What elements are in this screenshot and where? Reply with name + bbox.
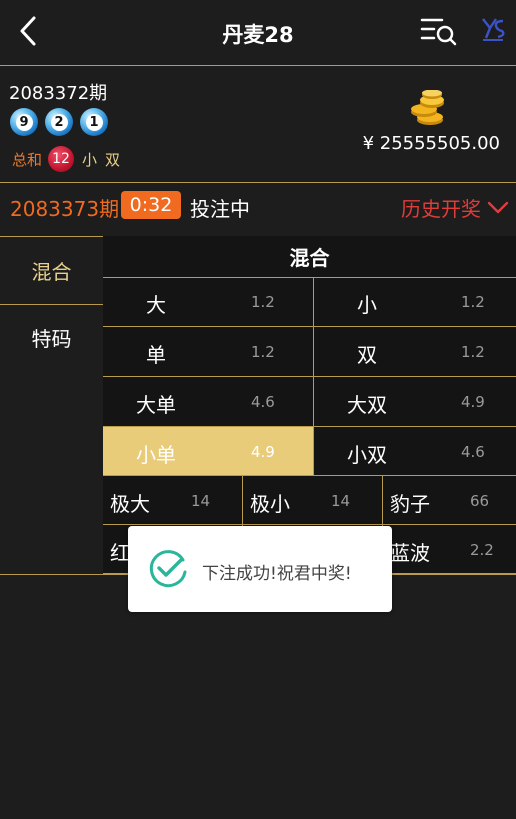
bet-option-big[interactable]: 大 1.2 bbox=[103, 277, 314, 327]
balance-amount: ¥ 25555505.00 bbox=[362, 133, 500, 154]
last-period-number: 2083372期 bbox=[9, 83, 108, 104]
result-balls: 9 2 1 bbox=[10, 108, 108, 136]
parity-tag: 双 bbox=[105, 150, 121, 169]
history-draws-link[interactable]: 历史开奖 bbox=[401, 193, 509, 222]
category-tabs: 混合 特码 bbox=[0, 236, 103, 374]
bet-option-extreme-big[interactable]: 极大 14 bbox=[103, 476, 243, 525]
bet-option-small-even[interactable]: 小双 4.6 bbox=[314, 427, 516, 476]
bet-option-even[interactable]: 双 1.2 bbox=[314, 327, 516, 377]
current-period-bar: 2083373期 0:32 投注中 历史开奖 bbox=[0, 183, 516, 236]
sum-ball: 12 bbox=[48, 146, 75, 172]
chevron-down-icon bbox=[487, 201, 509, 213]
success-toast: 下注成功!祝君中奖! bbox=[128, 526, 392, 612]
list-search-icon[interactable] bbox=[420, 15, 458, 47]
top-bar: 丹麦28 bbox=[0, 0, 516, 66]
current-period-number: 2083373期 bbox=[10, 197, 120, 221]
tab-mixed[interactable]: 混合 bbox=[0, 236, 103, 305]
tab-special-number[interactable]: 特码 bbox=[0, 304, 103, 371]
bet-option-odd[interactable]: 单 1.2 bbox=[103, 327, 314, 377]
check-circle-icon bbox=[149, 550, 187, 588]
countdown-timer: 0:32 bbox=[121, 191, 181, 219]
bet-option-triple[interactable]: 豹子 66 bbox=[383, 476, 516, 525]
betting-status: 投注中 bbox=[190, 197, 250, 221]
last-draw-panel: 2083372期 9 2 1 总和 12 小 双 ¥ 25555505.00 bbox=[0, 66, 516, 183]
panel-title: 混合 bbox=[103, 236, 516, 278]
brand-logo-icon bbox=[482, 18, 505, 41]
sum-label: 总和 bbox=[12, 150, 43, 169]
result-ball: 9 bbox=[10, 108, 38, 136]
bet-option-small-odd[interactable]: 小单 4.9 bbox=[103, 427, 314, 476]
size-tag: 小 bbox=[82, 150, 98, 169]
bet-option-big-even[interactable]: 大双 4.9 bbox=[314, 377, 516, 427]
bet-option-big-odd[interactable]: 大单 4.6 bbox=[103, 377, 314, 427]
bet-option-blue-wave[interactable]: 蓝波 2.2 bbox=[383, 525, 516, 574]
result-ball: 2 bbox=[45, 108, 73, 136]
toast-message: 下注成功!祝君中奖! bbox=[202, 564, 352, 584]
history-label: 历史开奖 bbox=[401, 197, 481, 221]
bet-panel: 混合 大 1.2 小 1.2 单 1.2 双 1.2 大单 4.6 大双 4.9… bbox=[103, 236, 516, 574]
bet-option-small[interactable]: 小 1.2 bbox=[314, 277, 516, 327]
coins-icon bbox=[411, 90, 444, 125]
bet-option-extreme-small[interactable]: 极小 14 bbox=[243, 476, 383, 525]
sum-row: 总和 12 小 双 bbox=[12, 146, 120, 172]
result-ball: 1 bbox=[80, 108, 108, 136]
